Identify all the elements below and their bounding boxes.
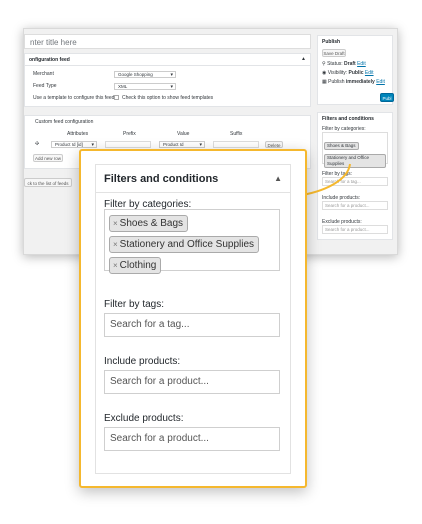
exclude-products-label: Exclude products: bbox=[104, 413, 184, 424]
tag-remove-icon[interactable]: × bbox=[113, 219, 118, 228]
category-tag-shoes-bags: × Shoes & Bags bbox=[109, 215, 189, 232]
tag-remove-icon[interactable]: × bbox=[113, 240, 118, 249]
tags-label: Filter by tags: bbox=[104, 299, 165, 310]
categories-tag-box[interactable]: × Shoes & Bags × Stationery and Office Sup… bbox=[104, 209, 280, 274]
filters-panel: Filters and conditions ▲ Filter by categ… bbox=[95, 164, 291, 474]
category-tag-clothing: × Clothing bbox=[109, 257, 162, 274]
collapse-arrow-icon[interactable]: ▲ bbox=[274, 174, 282, 183]
category-tag-stationery: × Stationery and Office Supplies bbox=[109, 236, 260, 253]
filters-heading: Filters and conditions bbox=[104, 173, 219, 185]
zoomed-callout: Filters and conditions ▲ Filter by categ… bbox=[79, 149, 307, 488]
exclude-products-input[interactable]: Search for a product... bbox=[104, 427, 280, 451]
tag-remove-icon[interactable]: × bbox=[113, 261, 118, 270]
tag-search-input[interactable]: Search for a tag... bbox=[104, 313, 280, 337]
include-products-input[interactable]: Search for a product... bbox=[104, 370, 280, 394]
filters-header: Filters and conditions ▲ bbox=[96, 165, 290, 193]
include-products-label: Include products: bbox=[104, 356, 181, 367]
